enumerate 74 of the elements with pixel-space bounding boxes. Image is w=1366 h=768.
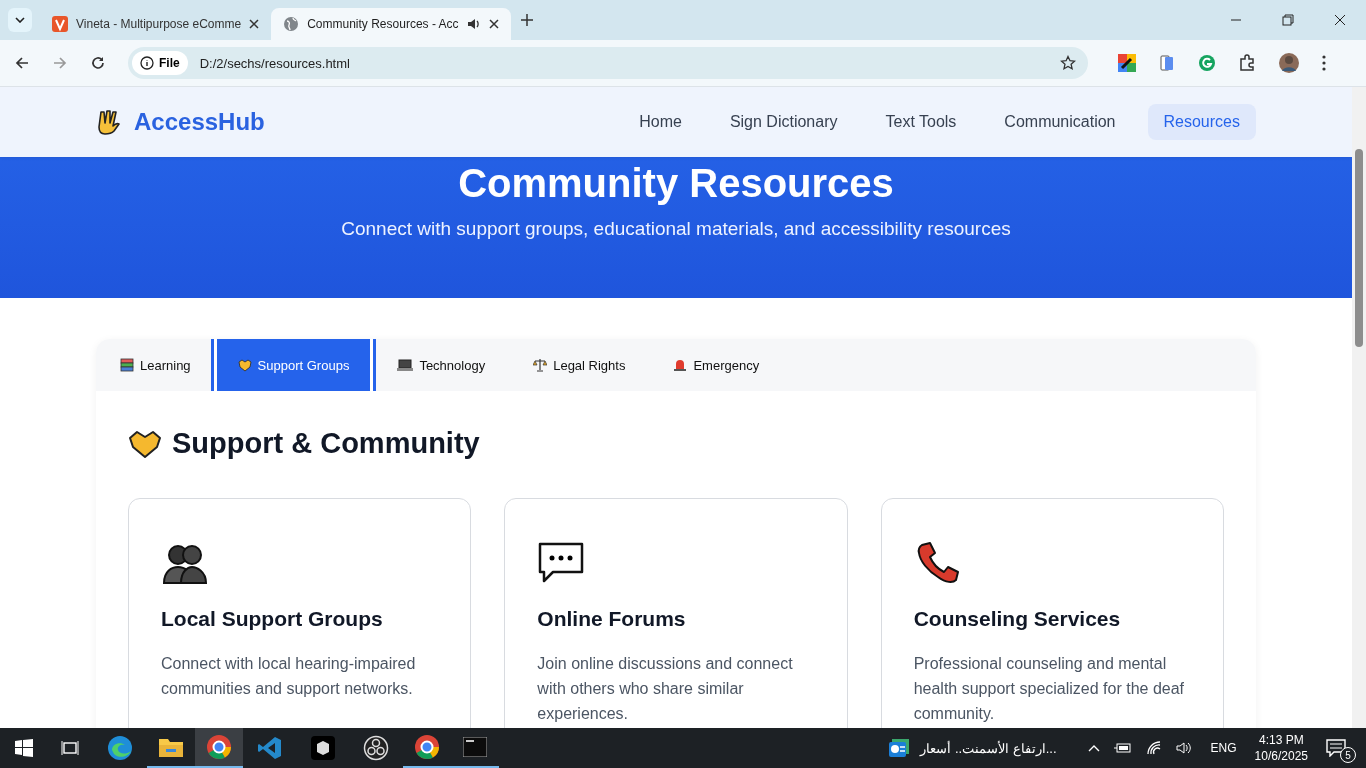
task-view-icon[interactable]	[61, 739, 79, 757]
speech-bubble-icon	[537, 541, 586, 585]
reload-icon[interactable]	[90, 55, 106, 71]
books-icon	[120, 358, 134, 372]
resource-tab[interactable]: Support Groups	[210, 339, 374, 391]
nav-link[interactable]: Communication	[988, 104, 1132, 140]
laptop-icon	[397, 358, 414, 372]
nav-link[interactable]: Resources	[1147, 104, 1256, 140]
phone-device-icon[interactable]	[1158, 54, 1176, 72]
nav-link[interactable]: Text Tools	[869, 104, 973, 140]
volume-icon[interactable]	[1175, 741, 1192, 755]
chevron-down-icon	[15, 17, 25, 23]
resource-tab[interactable]: Legal Rights	[509, 339, 650, 391]
wifi-icon[interactable]	[1145, 741, 1162, 755]
edge-icon[interactable]	[107, 735, 133, 761]
tab-title: Community Resources - Acc	[307, 17, 459, 31]
scrollbar-thumb[interactable]	[1355, 149, 1363, 347]
nav-link[interactable]: Sign Dictionary	[713, 104, 854, 140]
tab-title: Vineta - Multipurpose eComme	[76, 17, 242, 31]
scrollbar[interactable]	[1352, 87, 1366, 728]
scales-icon	[533, 358, 548, 372]
site-info-chip[interactable]: File	[132, 51, 188, 75]
menu-icon[interactable]	[1322, 55, 1326, 71]
logo-text[interactable]: AccessHub	[134, 108, 265, 136]
v-logo-icon	[52, 16, 68, 32]
speaker-icon	[466, 17, 481, 31]
hero-title: Community Resources	[458, 160, 894, 206]
chevron-up-icon[interactable]	[1087, 744, 1100, 752]
card-description: Professional counseling and mental health support specialized for the deaf community.	[913, 654, 1186, 724]
info-icon	[140, 56, 154, 70]
terminal-icon[interactable]	[463, 737, 487, 757]
resource-tab[interactable]: Learning	[96, 339, 211, 391]
new-tab-icon[interactable]	[520, 14, 533, 26]
tab-search-button[interactable]	[8, 8, 32, 32]
back-icon[interactable]	[14, 55, 30, 71]
card-description: Connect with local hearing-impaired communities and support networks.	[161, 654, 417, 699]
chrome-icon[interactable]	[206, 734, 232, 760]
card-description: Join online discussions and connect with others who share similar experiences.	[537, 654, 794, 724]
browser-tab[interactable]: Community Resources - Acc	[271, 8, 511, 40]
folder-icon[interactable]	[158, 736, 184, 758]
close-icon[interactable]	[249, 19, 260, 29]
battery-icon[interactable]	[1113, 742, 1132, 754]
nav-link[interactable]: Home	[623, 104, 698, 140]
cube-app-icon[interactable]	[311, 736, 335, 760]
close-icon[interactable]	[488, 19, 499, 29]
url-text: D:/2/sechs/resources.html	[199, 55, 350, 71]
chrome-icon[interactable]	[414, 734, 440, 760]
language-indicator[interactable]: ENG	[1210, 741, 1237, 755]
color-picker-icon[interactable]	[1118, 54, 1136, 72]
notification-count: 5	[1340, 747, 1356, 763]
extensions-icon[interactable]	[1238, 54, 1256, 72]
card-title: Online Forums	[537, 607, 687, 631]
avatar-icon[interactable]	[1278, 52, 1300, 74]
resource-tab[interactable]: Emergency	[649, 339, 784, 391]
forward-icon[interactable]	[52, 55, 68, 71]
globe-icon	[283, 16, 300, 32]
card-title: Local Support Groups	[161, 607, 384, 631]
resource-tab[interactable]: Technology	[373, 339, 510, 391]
section-heading: Support & Community	[172, 427, 480, 460]
notifications-icon[interactable]	[1326, 739, 1346, 757]
siren-icon	[673, 358, 688, 372]
browser-tab[interactable]: Vineta - Multipurpose eComme	[40, 8, 272, 40]
star-icon[interactable]	[1060, 55, 1076, 71]
card-title: Counseling Services	[913, 607, 1122, 631]
news-headline[interactable]: ارتفاع الأسمنت.. أسعار...	[920, 740, 1057, 756]
address-bar[interactable]: File D:/2/sechs/resources.html	[128, 47, 1088, 79]
close-icon[interactable]	[1334, 14, 1346, 26]
restore-icon[interactable]	[1282, 14, 1294, 26]
windows-start-icon[interactable]	[15, 739, 33, 757]
hero-subtitle: Connect with support groups, educational materials, and accessibility resources	[341, 218, 1011, 240]
news-icon[interactable]	[888, 738, 911, 758]
scheme-label: File	[159, 56, 180, 70]
clock[interactable]: 4:13 PM 10/6/2025	[1254, 732, 1308, 764]
vscode-icon[interactable]	[257, 735, 283, 761]
